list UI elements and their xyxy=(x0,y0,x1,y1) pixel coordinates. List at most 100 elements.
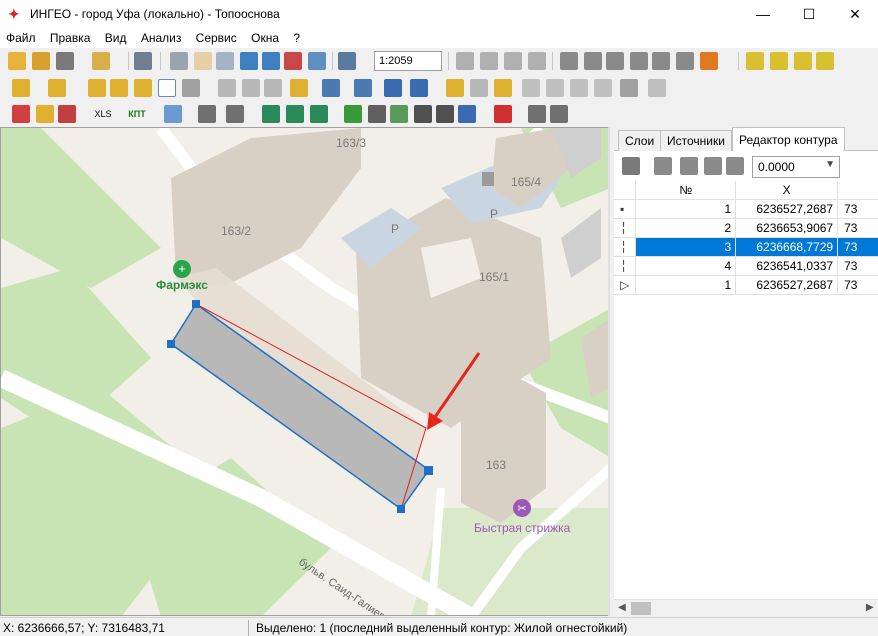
comment-icon[interactable] xyxy=(226,105,244,123)
flag-icon[interactable] xyxy=(262,105,280,123)
table-row[interactable]: ▪ 1 6236527,2687 73 xyxy=(614,199,878,219)
tab-sources[interactable]: Источники xyxy=(660,130,732,151)
select-polygon-icon[interactable] xyxy=(652,52,670,70)
print-icon[interactable] xyxy=(134,52,152,70)
table-row[interactable]: ╎ 4 6236541,0337 73 xyxy=(614,256,878,276)
add-node-icon[interactable] xyxy=(480,52,498,70)
zoom-out-icon[interactable] xyxy=(262,52,280,70)
scale-object-icon[interactable] xyxy=(242,79,260,97)
xls-export-button[interactable]: XLS xyxy=(92,105,114,123)
home-icon[interactable] xyxy=(368,105,386,123)
grid-view-icon[interactable] xyxy=(622,157,640,175)
table-row[interactable]: ╎ 2 6236653,9067 73 xyxy=(614,218,878,238)
globe-icon[interactable] xyxy=(344,105,362,123)
report-icon[interactable] xyxy=(36,105,54,123)
query-icon[interactable] xyxy=(198,105,216,123)
zoom-rect-icon[interactable] xyxy=(216,52,234,70)
document-icon[interactable] xyxy=(704,157,722,175)
flag-list-icon[interactable] xyxy=(310,105,328,123)
new-object-icon[interactable] xyxy=(12,79,30,97)
snap-edge-icon[interactable] xyxy=(794,52,812,70)
cell-x[interactable]: 6236653,9067 xyxy=(735,218,839,238)
settings-icon[interactable] xyxy=(528,105,546,123)
duplicate-icon[interactable] xyxy=(110,79,128,97)
maximize-button[interactable]: ☐ xyxy=(786,0,832,28)
intersect-icon[interactable] xyxy=(522,79,540,97)
menu-help[interactable]: ? xyxy=(287,28,305,45)
scroll-left-icon[interactable]: ◀ xyxy=(618,602,626,613)
select-circle-icon[interactable] xyxy=(630,52,648,70)
print-preview-icon[interactable] xyxy=(92,52,110,70)
no-entry-icon[interactable] xyxy=(12,105,30,123)
zoom-extent-icon[interactable] xyxy=(284,52,302,70)
split-icon[interactable] xyxy=(504,52,522,70)
select-plus-icon[interactable] xyxy=(584,52,602,70)
layers-icon[interactable] xyxy=(56,52,74,70)
cell-y[interactable]: 73 xyxy=(837,256,878,276)
cell-y[interactable]: 73 xyxy=(837,199,878,219)
cell-x[interactable]: 6236668,7729 xyxy=(735,237,839,257)
table-icon[interactable] xyxy=(528,52,546,70)
union-icon[interactable] xyxy=(494,79,512,97)
close-button[interactable]: ✕ xyxy=(832,0,878,28)
add-red-icon[interactable] xyxy=(494,105,512,123)
edit-node-icon[interactable] xyxy=(456,52,474,70)
select-rect-icon[interactable] xyxy=(606,52,624,70)
cell-x[interactable]: 6236541,0337 xyxy=(735,256,839,276)
scroll-thumb[interactable] xyxy=(631,602,651,615)
open-folder-icon[interactable] xyxy=(8,52,26,70)
tab-layers[interactable]: Слои xyxy=(618,130,662,151)
style-icon[interactable] xyxy=(700,52,718,70)
map-scrollbar[interactable] xyxy=(608,127,610,616)
scale-icon[interactable] xyxy=(338,52,356,70)
height-icon[interactable] xyxy=(436,105,454,123)
snap-icon[interactable] xyxy=(746,52,764,70)
clip-icon[interactable] xyxy=(594,79,612,97)
route-icon[interactable] xyxy=(414,105,432,123)
subtract-icon[interactable] xyxy=(546,79,564,97)
cell-y[interactable]: 73 xyxy=(837,218,878,238)
pan-hand-icon[interactable] xyxy=(194,52,212,70)
kpt-button[interactable]: КПТ xyxy=(126,105,148,123)
undo-icon[interactable] xyxy=(384,79,402,97)
insert-node-icon[interactable] xyxy=(680,157,698,175)
minimize-button[interactable]: — xyxy=(740,0,786,28)
cell-x[interactable]: 6236527,2687 xyxy=(735,199,839,219)
xor-icon[interactable] xyxy=(570,79,588,97)
menu-file[interactable]: Файл xyxy=(0,28,41,45)
zoom-previous-icon[interactable] xyxy=(308,52,326,70)
snap-grid-icon[interactable] xyxy=(816,52,834,70)
scroll-right-icon[interactable]: ▶ xyxy=(866,602,874,613)
info-icon[interactable] xyxy=(458,105,476,123)
data-table-icon[interactable] xyxy=(322,79,340,97)
menu-view[interactable]: Вид xyxy=(99,28,132,45)
map-canvas[interactable]: + ✂ xyxy=(1,128,610,616)
menu-edit[interactable]: Правка xyxy=(44,28,96,45)
cell-y[interactable]: 73 xyxy=(837,237,878,257)
explode-icon[interactable] xyxy=(654,157,672,175)
zoom-in-icon[interactable] xyxy=(240,52,258,70)
menu-analysis[interactable]: Анализ xyxy=(135,28,187,45)
measure-icon[interactable] xyxy=(550,105,568,123)
attributes-icon[interactable] xyxy=(290,79,308,97)
snap-node-icon[interactable] xyxy=(770,52,788,70)
directions-icon[interactable] xyxy=(390,105,408,123)
copy-icon[interactable] xyxy=(726,157,744,175)
help-cursor-icon[interactable] xyxy=(410,79,428,97)
table-row[interactable]: ▷ 1 6236527,2687 73 xyxy=(614,275,878,295)
table-scrollbar[interactable]: ◀ ▶ xyxy=(614,599,878,616)
cell-x[interactable]: 6236527,2687 xyxy=(735,275,839,295)
new-layer-icon[interactable] xyxy=(48,79,66,97)
cut-icon[interactable] xyxy=(446,79,464,97)
edit-contour-icon[interactable] xyxy=(158,79,176,97)
map-view[interactable]: + ✂ 163/3 163/2 165/4 165/1 163 P P Фарм… xyxy=(0,127,610,616)
cell-y[interactable]: 73 xyxy=(837,275,878,295)
flag-down-icon[interactable] xyxy=(286,105,304,123)
move-node-icon[interactable] xyxy=(182,79,200,97)
search-icon[interactable] xyxy=(164,105,182,123)
object-props-icon[interactable] xyxy=(88,79,106,97)
erase-icon[interactable] xyxy=(620,79,638,97)
select-arrow-icon[interactable] xyxy=(560,52,578,70)
table-row-selected[interactable]: ╎ 3 6236668,7729 73 xyxy=(614,237,878,257)
menu-windows[interactable]: Окна xyxy=(245,28,284,45)
